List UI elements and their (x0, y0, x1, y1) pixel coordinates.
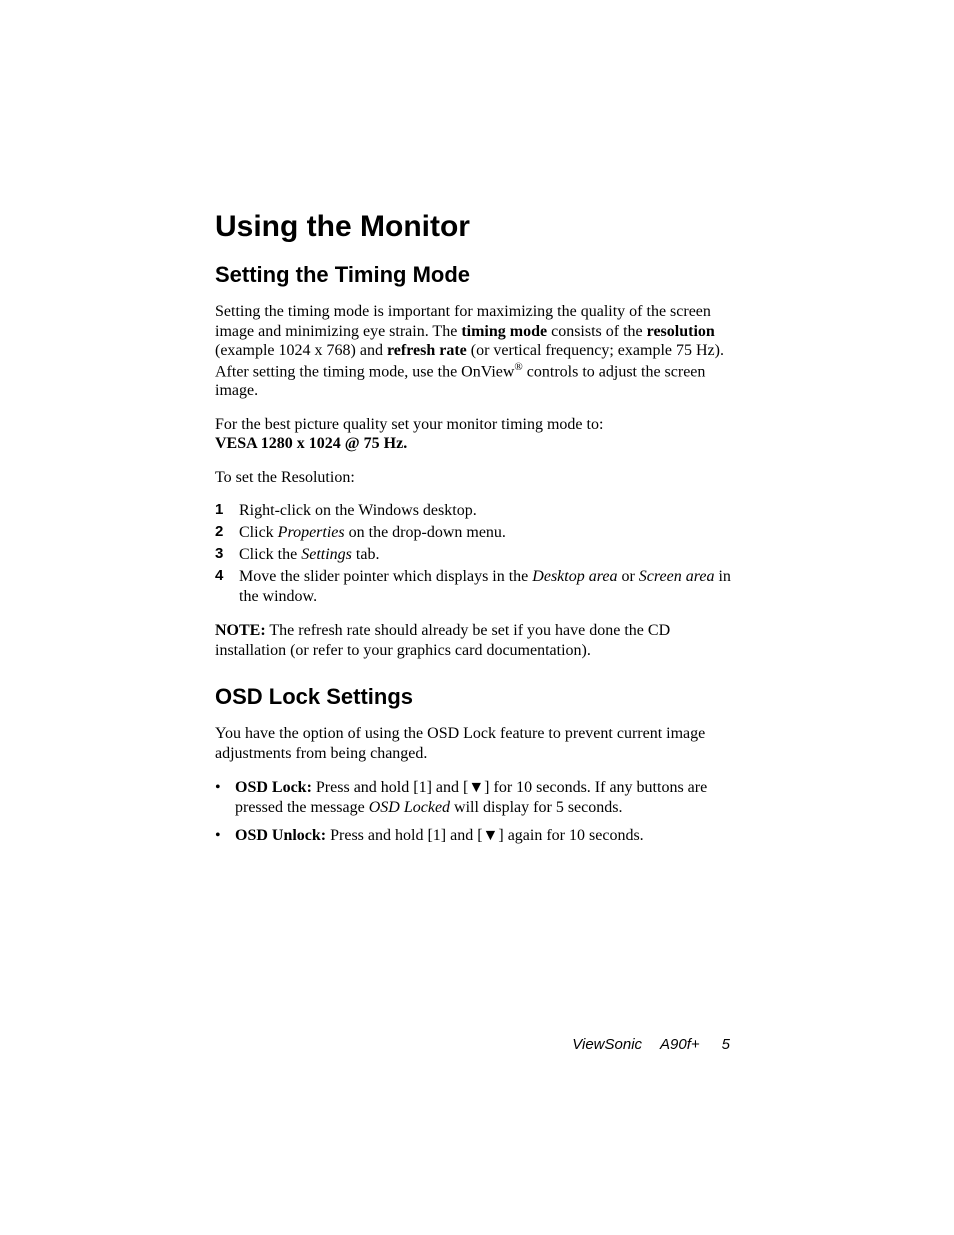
step-item: 2 Click Properties on the drop-down menu… (215, 523, 736, 543)
osd-intro-paragraph: You have the option of using the OSD Loc… (215, 724, 736, 763)
note-label: NOTE: (215, 622, 266, 639)
text: Click the (239, 546, 301, 563)
text: Right-click on the Windows desktop. (239, 502, 477, 519)
text: Press and hold [1] and [▼] again for 10 … (326, 827, 644, 844)
italic-text: Settings (301, 546, 352, 563)
bold-text: VESA 1280 x 1024 @ 75 Hz. (215, 435, 407, 452)
bullet-text: OSD Unlock: Press and hold [1] and [▼] a… (235, 826, 736, 846)
step-item: 4 Move the slider pointer which displays… (215, 567, 736, 607)
step-number: 1 (215, 501, 239, 520)
timing-intro-paragraph: Setting the timing mode is important for… (215, 302, 736, 401)
text: consists of the (547, 323, 647, 340)
bullet-marker: • (215, 778, 235, 798)
footer-model: A90f+ (660, 1036, 700, 1053)
bold-text: resolution (647, 323, 715, 340)
registered-mark: ® (514, 361, 522, 373)
step-item: 3 Click the Settings tab. (215, 545, 736, 565)
bullet-text: OSD Lock: Press and hold [1] and [▼] for… (235, 778, 736, 818)
footer-page-number: 5 (722, 1036, 730, 1053)
set-resolution-label: To set the Resolution: (215, 468, 736, 488)
footer-brand: ViewSonic (572, 1036, 642, 1053)
bold-text: refresh rate (387, 342, 467, 359)
italic-text: Properties (278, 524, 345, 541)
bullet-marker: • (215, 826, 235, 846)
resolution-steps-list: 1 Right-click on the Windows desktop. 2 … (215, 501, 736, 607)
step-text: Right-click on the Windows desktop. (239, 501, 736, 521)
text: on the drop-down menu. (345, 524, 506, 541)
step-text: Move the slider pointer which displays i… (239, 567, 736, 607)
bold-text: timing mode (461, 323, 547, 340)
text: For the best picture quality set your mo… (215, 416, 603, 433)
text: The refresh rate should already be set i… (215, 622, 670, 659)
italic-text: OSD Locked (369, 799, 450, 816)
step-number: 3 (215, 545, 239, 564)
italic-text: Screen area (639, 568, 715, 585)
section-heading-osd: OSD Lock Settings (215, 684, 736, 710)
step-number: 4 (215, 567, 239, 586)
bold-text: OSD Unlock: (235, 827, 326, 844)
page-title: Using the Monitor (215, 210, 736, 244)
osd-bullet-list: • OSD Lock: Press and hold [1] and [▼] f… (215, 778, 736, 846)
text: tab. (352, 546, 380, 563)
italic-text: Desktop area (532, 568, 617, 585)
text: will display for 5 seconds. (450, 799, 622, 816)
text: or (617, 568, 638, 585)
note-paragraph: NOTE: The refresh rate should already be… (215, 621, 736, 660)
text: Click (239, 524, 278, 541)
bullet-item: • OSD Unlock: Press and hold [1] and [▼]… (215, 826, 736, 846)
step-item: 1 Right-click on the Windows desktop. (215, 501, 736, 521)
page-footer: ViewSonic A90f+ 5 (0, 1036, 954, 1053)
step-number: 2 (215, 523, 239, 542)
step-text: Click Properties on the drop-down menu. (239, 523, 736, 543)
bold-text: OSD Lock: (235, 779, 312, 796)
recommended-mode-paragraph: For the best picture quality set your mo… (215, 415, 736, 454)
bullet-item: • OSD Lock: Press and hold [1] and [▼] f… (215, 778, 736, 818)
step-text: Click the Settings tab. (239, 545, 736, 565)
page-content: Using the Monitor Setting the Timing Mod… (0, 0, 954, 846)
section-heading-timing: Setting the Timing Mode (215, 262, 736, 288)
text: (example 1024 x 768) and (215, 342, 387, 359)
text: Move the slider pointer which displays i… (239, 568, 532, 585)
